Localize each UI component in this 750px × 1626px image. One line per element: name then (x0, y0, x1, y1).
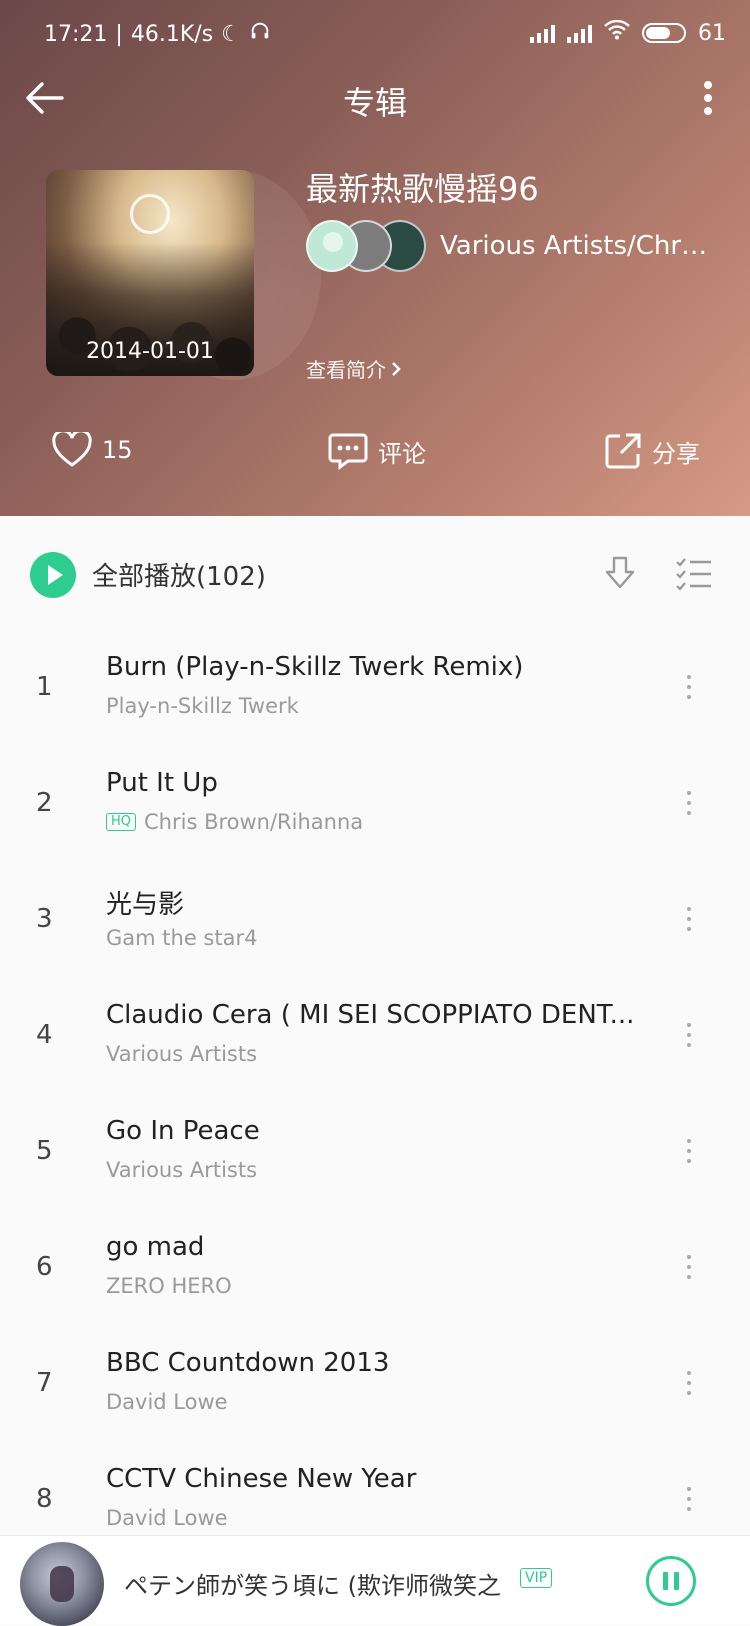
song-row[interactable]: 3 光与影 Gam the star4 (0, 864, 750, 980)
heart-icon (52, 432, 92, 467)
more-button[interactable] (684, 74, 732, 122)
song-title: go mad (106, 1232, 205, 1262)
song-meta: David Lowe (106, 1506, 228, 1530)
hq-badge: HQ (106, 813, 137, 831)
headphones-icon (249, 20, 271, 48)
comment-button[interactable]: 评论 (328, 432, 426, 470)
song-more-button[interactable] (674, 1126, 704, 1176)
song-row[interactable]: 7 BBC Countdown 2013 David Lowe (0, 1328, 750, 1444)
song-artist: Gam the star4 (106, 926, 258, 950)
song-number: 8 (36, 1484, 53, 1514)
play-all-button[interactable] (30, 552, 76, 598)
now-playing-title[interactable]: ペテン師が笑う頃に (欺诈师微笑之 (124, 1566, 504, 1601)
page-title: 专辑 (342, 84, 407, 122)
wifi-icon (604, 19, 630, 46)
song-more-button[interactable] (674, 1358, 704, 1408)
play-all-label[interactable]: 全部播放(102) (92, 556, 266, 593)
song-number: 2 (36, 788, 53, 818)
song-more-button[interactable] (674, 894, 704, 944)
artist-names: Various Artists/Chri... (440, 231, 710, 261)
top-bar: 专辑 (0, 66, 750, 130)
album-title: 最新热歌慢摇96 (306, 170, 539, 208)
song-more-button[interactable] (674, 1010, 704, 1060)
song-number: 5 (36, 1136, 53, 1166)
song-more-button[interactable] (674, 662, 704, 712)
song-row[interactable]: 2 Put It Up HQ Chris Brown/Rihanna (0, 748, 750, 864)
like-button[interactable]: 15 (52, 432, 133, 468)
album-actions: 15 评论 分享 (0, 428, 750, 488)
song-title: BBC Countdown 2013 (106, 1348, 390, 1378)
song-artist: Play-n-Skillz Twerk (106, 694, 299, 718)
song-number: 1 (36, 672, 53, 702)
song-artist: David Lowe (106, 1390, 228, 1414)
hd-signal-icon (530, 23, 555, 43)
song-row[interactable]: 5 Go In Peace Various Artists (0, 1096, 750, 1212)
song-meta: ZERO HERO (106, 1274, 232, 1298)
more-vertical-icon (704, 81, 712, 115)
share-label: 分享 (652, 439, 700, 468)
song-row[interactable]: 1 Burn (Play-n-Skillz Twerk Remix) Play-n-… (0, 632, 750, 748)
song-artist: David Lowe (106, 1506, 228, 1530)
status-bar: 17:21 | 46.1K/s ☾ 61 (44, 19, 726, 48)
multi-select-button[interactable] (674, 554, 714, 594)
battery-level: 61 (698, 20, 726, 46)
artist-row[interactable]: Various Artists/Chri... (306, 218, 726, 274)
download-icon (605, 556, 635, 589)
song-row[interactable]: 4 Claudio Cera ( MI SEI SCOPPIATO DENT...… (0, 980, 750, 1096)
share-icon (605, 433, 641, 469)
album-cover[interactable]: 2014-01-01 (46, 170, 321, 380)
pause-button[interactable] (646, 1556, 696, 1606)
song-number: 7 (36, 1368, 53, 1398)
song-more-button[interactable] (674, 1474, 704, 1524)
song-meta: David Lowe (106, 1390, 228, 1414)
album-header: 17:21 | 46.1K/s ☾ 61 专辑 2014-01-01 最新热歌慢… (0, 0, 750, 516)
song-title: Burn (Play-n-Skillz Twerk Remix) (106, 652, 524, 682)
like-count: 15 (102, 436, 133, 464)
network-speed: 46.1K/s (130, 21, 214, 47)
battery-icon (642, 23, 686, 43)
song-number: 3 (36, 904, 53, 934)
song-list-panel: 全部播放(102) 1 Burn (Play-n-Skillz Twerk Rem… (0, 516, 750, 1536)
song-meta: Gam the star4 (106, 926, 257, 950)
song-more-button[interactable] (674, 1242, 704, 1292)
moon-icon: ☾ (221, 21, 241, 47)
now-playing-cover[interactable] (20, 1542, 104, 1626)
song-artist: Various Artists (106, 1042, 258, 1066)
song-meta: Various Artists (106, 1158, 257, 1182)
song-title: Put It Up (106, 768, 218, 798)
cover-image: 2014-01-01 (46, 170, 254, 376)
song-artist: Chris Brown/Rihanna (144, 810, 364, 834)
song-artist: Various Artists (106, 1158, 258, 1182)
signal-icon (567, 23, 592, 43)
song-more-button[interactable] (674, 778, 704, 828)
song-meta: HQ Chris Brown/Rihanna (106, 810, 363, 834)
song-row[interactable]: 6 go mad ZERO HERO (0, 1212, 750, 1328)
song-title: 光与影 (106, 890, 185, 920)
share-button[interactable]: 分享 (604, 432, 700, 470)
music-logo-icon (130, 194, 170, 234)
vip-badge: VIP (520, 1568, 553, 1588)
status-time: 17:21 (44, 21, 108, 47)
play-all-bar: 全部播放(102) (0, 516, 750, 632)
song-meta: Play-n-Skillz Twerk (106, 694, 299, 718)
chevron-right-icon (392, 361, 401, 376)
song-title: Go In Peace (106, 1116, 260, 1146)
comment-label: 评论 (378, 439, 426, 468)
checklist-icon (676, 558, 711, 591)
view-intro-link[interactable]: 查看简介 (306, 354, 402, 383)
avatar (306, 220, 358, 272)
song-meta: Various Artists (106, 1042, 257, 1066)
song-number: 6 (36, 1252, 53, 1282)
song-title: Claudio Cera ( MI SEI SCOPPIATO DENT... (106, 1000, 635, 1030)
mini-player[interactable]: ペテン師が笑う頃に (欺诈师微笑之 VIP (0, 1536, 750, 1626)
song-title: CCTV Chinese New Year (106, 1464, 417, 1494)
cover-date: 2014-01-01 (86, 339, 214, 364)
download-button[interactable] (600, 554, 640, 594)
comment-icon (328, 433, 368, 470)
song-artist: ZERO HERO (106, 1274, 232, 1298)
song-list: 1 Burn (Play-n-Skillz Twerk Remix) Play-n-… (0, 632, 750, 1560)
song-number: 4 (36, 1020, 53, 1050)
